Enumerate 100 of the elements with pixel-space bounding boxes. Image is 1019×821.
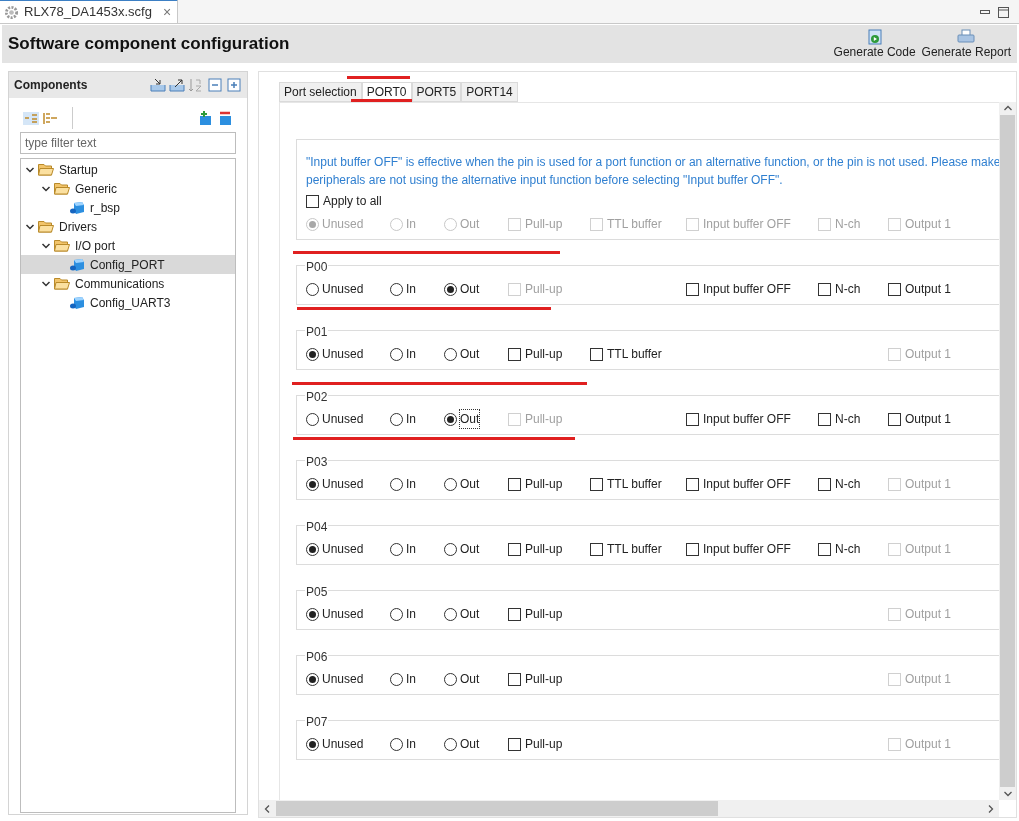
radio-button[interactable] (390, 737, 403, 751)
checkbox[interactable] (590, 542, 603, 556)
checkbox[interactable] (818, 412, 831, 426)
horizontal-scrollbar[interactable] (259, 800, 999, 817)
radio-option[interactable]: Out (444, 475, 508, 493)
radio-button[interactable] (306, 282, 319, 296)
radio-button[interactable] (390, 672, 403, 686)
checkbox-option[interactable]: Input buffer OFF (686, 540, 818, 558)
radio-option[interactable]: Out (444, 670, 508, 688)
checkbox[interactable] (818, 477, 831, 491)
checkbox[interactable] (888, 282, 901, 296)
radio-button[interactable] (444, 477, 457, 491)
checkbox[interactable] (306, 194, 319, 208)
radio-button[interactable] (306, 477, 319, 491)
radio-option[interactable]: In (390, 280, 444, 298)
checkbox-option[interactable]: N-ch (818, 410, 888, 428)
minimize-icon[interactable] (980, 7, 990, 17)
radio-option[interactable]: In (390, 735, 444, 753)
tree-item[interactable]: Generic (21, 179, 235, 198)
radio-option[interactable]: Unused (306, 410, 390, 428)
tree-item[interactable]: r_bsp (21, 198, 235, 217)
maximize-icon[interactable] (998, 6, 1009, 18)
checkbox[interactable] (590, 477, 603, 491)
checkbox-option[interactable]: N-ch (818, 280, 888, 298)
checkbox[interactable] (508, 607, 521, 621)
radio-option[interactable]: In (390, 670, 444, 688)
checkbox-option[interactable]: Input buffer OFF (686, 280, 818, 298)
checkbox[interactable] (888, 412, 901, 426)
radio-button[interactable] (444, 737, 457, 751)
checkbox[interactable] (508, 477, 521, 491)
checkbox-option[interactable]: Output 1 (888, 280, 988, 298)
radio-button[interactable] (306, 607, 319, 621)
checkbox[interactable] (686, 477, 699, 491)
generate-report-button[interactable]: Generate Report (921, 29, 1011, 59)
tree-item[interactable]: Drivers (21, 217, 235, 236)
port-tab[interactable]: Port selection (279, 82, 362, 102)
radio-option[interactable]: Out (444, 735, 508, 753)
radio-option[interactable]: In (390, 605, 444, 623)
generate-code-button[interactable]: Generate Code (833, 29, 916, 59)
radio-option[interactable]: Unused (306, 475, 390, 493)
radio-button[interactable] (444, 347, 457, 361)
add-component-icon[interactable] (197, 110, 213, 126)
radio-option[interactable]: Out (444, 280, 508, 298)
checkbox-option[interactable]: Pull-up (508, 345, 590, 363)
radio-option[interactable]: In (390, 345, 444, 363)
radio-option[interactable]: Out (444, 540, 508, 558)
tree-item[interactable]: Config_PORT (21, 255, 235, 274)
port-tab[interactable]: PORT5 (411, 82, 462, 102)
tree-item[interactable]: Startup (21, 160, 235, 179)
export-icon[interactable] (169, 77, 185, 93)
radio-button[interactable] (390, 477, 403, 491)
radio-button[interactable] (390, 412, 403, 426)
radio-button[interactable] (306, 347, 319, 361)
radio-button[interactable] (306, 542, 319, 556)
port-tab[interactable]: PORT14 (461, 82, 518, 102)
checkbox[interactable] (508, 347, 521, 361)
checkbox[interactable] (508, 737, 521, 751)
checkbox-option[interactable]: Input buffer OFF (686, 410, 818, 428)
radio-option[interactable]: Out (444, 345, 508, 363)
checkbox[interactable] (818, 542, 831, 556)
radio-button[interactable] (390, 607, 403, 621)
vertical-scrollbar[interactable] (999, 102, 1016, 800)
radio-option[interactable]: Unused (306, 540, 390, 558)
checkbox[interactable] (686, 542, 699, 556)
checkbox[interactable] (686, 282, 699, 296)
tree-item[interactable]: I/O port (21, 236, 235, 255)
radio-button[interactable] (390, 347, 403, 361)
radio-option[interactable]: Unused (306, 605, 390, 623)
checkbox-option[interactable]: Pull-up (508, 475, 590, 493)
radio-button[interactable] (444, 412, 457, 426)
close-button[interactable]: × (160, 1, 174, 23)
radio-option[interactable]: Unused (306, 345, 390, 363)
radio-button[interactable] (306, 672, 319, 686)
collapse-all-icon[interactable] (207, 77, 223, 93)
radio-option[interactable]: In (390, 410, 444, 428)
radio-button[interactable] (390, 282, 403, 296)
checkbox-option[interactable]: Pull-up (508, 670, 590, 688)
radio-button[interactable] (390, 542, 403, 556)
radio-option[interactable]: Out (444, 605, 508, 623)
filter-field[interactable]: type filter text (20, 132, 236, 154)
radio-button[interactable] (444, 542, 457, 556)
radio-option[interactable]: Unused (306, 670, 390, 688)
checkbox-option[interactable]: Input buffer OFF (686, 475, 818, 493)
scrollbar-thumb[interactable] (1000, 115, 1015, 787)
checkbox-option[interactable]: Pull-up (508, 605, 590, 623)
checkbox[interactable] (686, 412, 699, 426)
radio-option[interactable]: In (390, 540, 444, 558)
radio-button[interactable] (444, 607, 457, 621)
radio-option[interactable]: Out (444, 410, 508, 428)
scrollbar-thumb[interactable] (276, 801, 718, 816)
checkbox[interactable] (508, 672, 521, 686)
checkbox-option[interactable]: N-ch (818, 475, 888, 493)
expand-all-icon[interactable] (226, 77, 242, 93)
radio-button[interactable] (444, 282, 457, 296)
checkbox-option[interactable]: TTL buffer (590, 475, 686, 493)
checkbox-option[interactable]: Pull-up (508, 540, 590, 558)
radio-button[interactable] (444, 672, 457, 686)
checkbox-option[interactable]: Output 1 (888, 410, 988, 428)
radio-option[interactable]: Unused (306, 735, 390, 753)
checkbox[interactable] (818, 282, 831, 296)
